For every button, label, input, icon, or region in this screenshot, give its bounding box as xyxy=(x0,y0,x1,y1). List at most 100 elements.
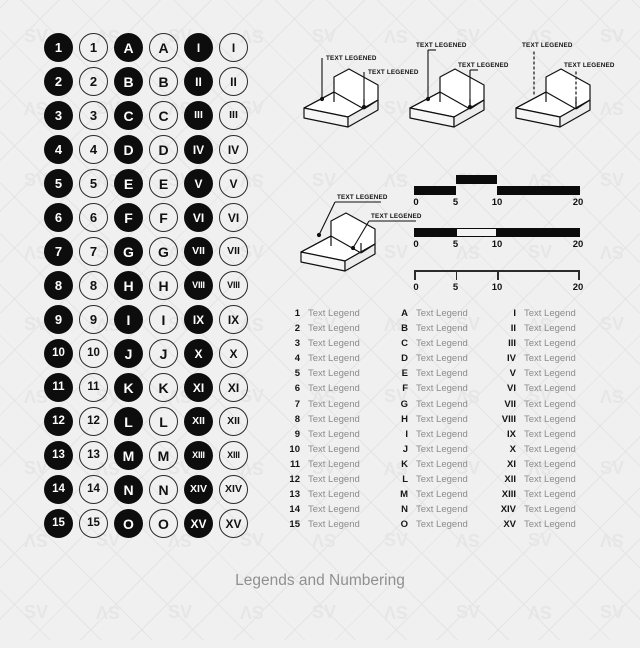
badge-letters-outline-J[interactable]: J xyxy=(149,339,178,368)
badge-numbers-filled-10[interactable]: 10 xyxy=(44,339,73,368)
badge-romans-outline-II[interactable]: II xyxy=(219,67,248,96)
badge-letters-outline-A[interactable]: A xyxy=(149,33,178,62)
badge-letters-filled-J[interactable]: J xyxy=(114,339,143,368)
badge-romans-filled-X[interactable]: X xyxy=(184,339,213,368)
badge-romans-outline-V[interactable]: V xyxy=(219,169,248,198)
badge-letters-outline-B[interactable]: B xyxy=(149,67,178,96)
badge-letters-filled-G[interactable]: G xyxy=(114,237,143,266)
legend-row: 14 Text Legend xyxy=(282,504,359,519)
badge-romans-filled-XII[interactable]: XII xyxy=(184,407,213,436)
badge-romans-outline-III[interactable]: III xyxy=(219,101,248,130)
badge-romans-filled-XI[interactable]: XI xyxy=(184,373,213,402)
legend-key: 5 xyxy=(294,368,300,380)
diagram-label: TEXT LEGENED xyxy=(371,213,422,220)
badge-letters-outline-O[interactable]: O xyxy=(149,509,178,538)
badge-letters-outline-G[interactable]: G xyxy=(149,237,178,266)
badge-romans-outline-XI[interactable]: XI xyxy=(219,373,248,402)
badge-numbers-outline-8[interactable]: 8 xyxy=(79,271,108,300)
badge-letters-filled-M[interactable]: M xyxy=(114,441,143,470)
badge-numbers-filled-7[interactable]: 7 xyxy=(44,237,73,266)
badge-letters-filled-I[interactable]: I xyxy=(114,305,143,334)
badge-romans-outline-VIII[interactable]: VIII xyxy=(219,271,248,300)
badge-letters-filled-B[interactable]: B xyxy=(114,67,143,96)
badge-romans-outline-X[interactable]: X xyxy=(219,339,248,368)
badge-letters-outline-N[interactable]: N xyxy=(149,475,178,504)
badge-romans-outline-XIV[interactable]: XIV xyxy=(219,475,248,504)
badge-romans-filled-XIV[interactable]: XIV xyxy=(184,475,213,504)
badge-letters-outline-K[interactable]: K xyxy=(149,373,178,402)
badge-numbers-outline-2[interactable]: 2 xyxy=(79,67,108,96)
badge-numbers-filled-3[interactable]: 3 xyxy=(44,101,73,130)
badge-letters-outline-E[interactable]: E xyxy=(149,169,178,198)
legend-value: Text Legend xyxy=(416,504,468,516)
badge-numbers-filled-1[interactable]: 1 xyxy=(44,33,73,62)
badge-numbers-outline-7[interactable]: 7 xyxy=(79,237,108,266)
badge-numbers-outline-13[interactable]: 13 xyxy=(79,441,108,470)
badge-numbers-filled-6[interactable]: 6 xyxy=(44,203,73,232)
legend-row: A Text Legend xyxy=(390,308,468,323)
badge-romans-filled-III[interactable]: III xyxy=(184,101,213,130)
badge-romans-outline-VII[interactable]: VII xyxy=(219,237,248,266)
badge-letters-filled-D[interactable]: D xyxy=(114,135,143,164)
poster-canvas: 1 1 A A I I 2 2 B B II II 3 3 C C III III 4 4 D D IV IV 5 5 E E V V 6 6… xyxy=(0,0,640,640)
badge-letters-filled-H[interactable]: H xyxy=(114,271,143,300)
leader-dot xyxy=(316,232,322,238)
badge-numbers-outline-12[interactable]: 12 xyxy=(79,407,108,436)
badge-letters-filled-O[interactable]: O xyxy=(114,509,143,538)
badge-letters-outline-M[interactable]: M xyxy=(149,441,178,470)
legend-value: Text Legend xyxy=(524,458,576,470)
badge-romans-filled-II[interactable]: II xyxy=(184,67,213,96)
badge-numbers-outline-9[interactable]: 9 xyxy=(79,305,108,334)
badge-numbers-filled-14[interactable]: 14 xyxy=(44,475,73,504)
badge-romans-outline-I[interactable]: I xyxy=(219,33,248,62)
legend-value: Text Legend xyxy=(524,368,576,380)
badge-numbers-outline-15[interactable]: 15 xyxy=(79,509,108,538)
badge-numbers-outline-11[interactable]: 11 xyxy=(79,373,108,402)
badge-romans-outline-XV[interactable]: XV xyxy=(219,509,248,538)
scalebar-tick-label: 5 xyxy=(452,282,459,293)
badge-romans-filled-VI[interactable]: VI xyxy=(184,203,213,232)
badge-numbers-filled-9[interactable]: 9 xyxy=(44,305,73,334)
badge-numbers-outline-1[interactable]: 1 xyxy=(79,33,108,62)
badge-letters-filled-A[interactable]: A xyxy=(114,33,143,62)
badge-romans-filled-V[interactable]: V xyxy=(184,169,213,198)
badge-letters-outline-H[interactable]: H xyxy=(149,271,178,300)
badge-letters-filled-N[interactable]: N xyxy=(114,475,143,504)
badge-letters-filled-K[interactable]: K xyxy=(114,373,143,402)
badge-numbers-filled-4[interactable]: 4 xyxy=(44,135,73,164)
badge-letters-outline-I[interactable]: I xyxy=(149,305,178,334)
badge-letters-outline-D[interactable]: D xyxy=(149,135,178,164)
badge-numbers-outline-3[interactable]: 3 xyxy=(79,101,108,130)
badge-letters-filled-L[interactable]: L xyxy=(114,407,143,436)
badge-letters-outline-L[interactable]: L xyxy=(149,407,178,436)
badge-romans-filled-VII[interactable]: VII xyxy=(184,237,213,266)
badge-letters-outline-C[interactable]: C xyxy=(149,101,178,130)
badge-numbers-outline-6[interactable]: 6 xyxy=(79,203,108,232)
badge-numbers-filled-2[interactable]: 2 xyxy=(44,67,73,96)
badge-numbers-outline-5[interactable]: 5 xyxy=(79,169,108,198)
badge-romans-outline-IX[interactable]: IX xyxy=(219,305,248,334)
badge-numbers-outline-4[interactable]: 4 xyxy=(79,135,108,164)
badge-romans-filled-VIII[interactable]: VIII xyxy=(184,271,213,300)
badge-romans-filled-IX[interactable]: IX xyxy=(184,305,213,334)
badge-numbers-filled-8[interactable]: 8 xyxy=(44,271,73,300)
badge-letters-outline-F[interactable]: F xyxy=(149,203,178,232)
badge-romans-outline-XII[interactable]: XII xyxy=(219,407,248,436)
badge-numbers-outline-14[interactable]: 14 xyxy=(79,475,108,504)
badge-romans-outline-XIII[interactable]: XIII xyxy=(219,441,248,470)
badge-letters-filled-E[interactable]: E xyxy=(114,169,143,198)
badge-romans-filled-XIII[interactable]: XIII xyxy=(184,441,213,470)
badge-numbers-filled-15[interactable]: 15 xyxy=(44,509,73,538)
badge-romans-filled-I[interactable]: I xyxy=(184,33,213,62)
badge-letters-filled-C[interactable]: C xyxy=(114,101,143,130)
badge-numbers-filled-12[interactable]: 12 xyxy=(44,407,73,436)
badge-letters-filled-F[interactable]: F xyxy=(114,203,143,232)
badge-numbers-outline-10[interactable]: 10 xyxy=(79,339,108,368)
badge-romans-filled-XV[interactable]: XV xyxy=(184,509,213,538)
badge-romans-outline-VI[interactable]: VI xyxy=(219,203,248,232)
badge-romans-outline-IV[interactable]: IV xyxy=(219,135,248,164)
badge-numbers-filled-13[interactable]: 13 xyxy=(44,441,73,470)
badge-romans-filled-IV[interactable]: IV xyxy=(184,135,213,164)
badge-numbers-filled-5[interactable]: 5 xyxy=(44,169,73,198)
badge-numbers-filled-11[interactable]: 11 xyxy=(44,373,73,402)
